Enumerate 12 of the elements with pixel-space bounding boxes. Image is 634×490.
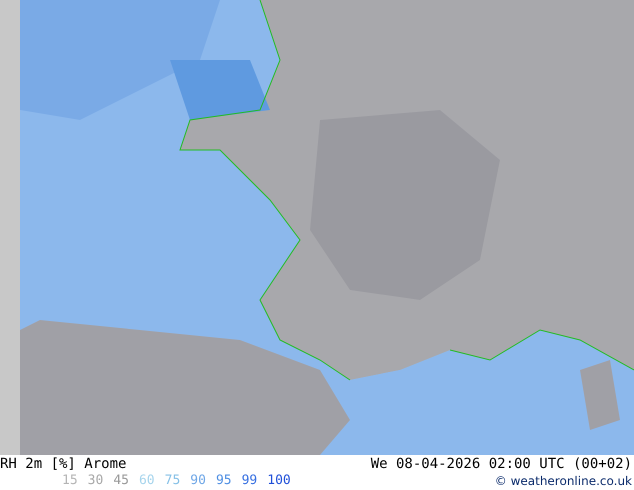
legend-value: 75: [164, 473, 180, 488]
legend-value: 60: [138, 473, 155, 488]
copyright-link[interactable]: © weatheronline.co.uk: [494, 474, 632, 488]
legend-value: 95: [216, 473, 232, 488]
forecast-datetime: We 08-04-2026 02:00 UTC (00+02): [370, 456, 632, 472]
legend-value: 30: [88, 473, 104, 488]
legend-value: 45: [113, 473, 129, 488]
legend-value: 15: [62, 473, 78, 488]
legend-value: 100: [267, 473, 291, 488]
legend-value: 90: [190, 473, 206, 488]
map-title: RH 2m [%] Arome: [0, 456, 126, 472]
legend-value: 99: [242, 473, 258, 488]
